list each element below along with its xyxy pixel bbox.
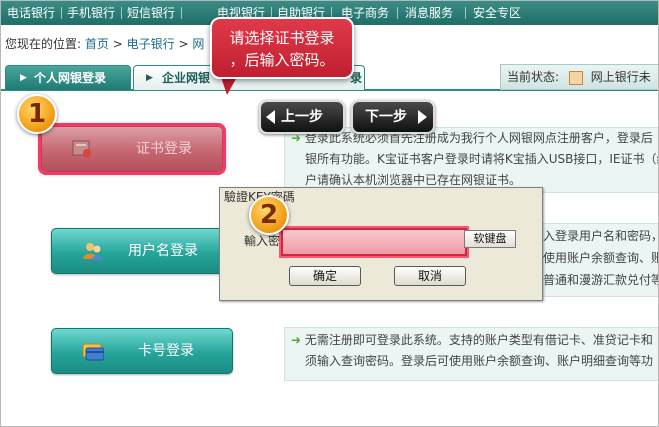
callout-tail: [221, 77, 237, 95]
cert-info-panel: ➜ 登录此系统必须首先注册成为我行个人网银网点注册客户，登录后 银所有功能。K宝…: [284, 127, 659, 193]
user-info-line3: 普通和漫游汇款兑付等: [543, 273, 659, 287]
breadcrumb-separator: >: [112, 37, 123, 51]
previous-step-button[interactable]: 上一步: [259, 100, 345, 134]
users-icon: [83, 243, 103, 260]
tab-arrow-icon: ▶: [20, 73, 27, 83]
next-step-label: 下一步: [365, 109, 407, 125]
breadcrumb-home-link[interactable]: 首页: [85, 37, 109, 51]
card-info-panel: ➜ 无需注册即可登录此系统。支持的账户类型有借记卡、准贷记卡和 须输入查询密码。…: [284, 327, 658, 381]
nav-mobile-banking[interactable]: 手机银行: [67, 1, 115, 25]
password-input[interactable]: [281, 228, 467, 256]
bank-card-icon: [82, 343, 104, 361]
next-step-button[interactable]: 下一步: [351, 100, 435, 134]
nav-message-service[interactable]: 消息服务: [405, 1, 453, 25]
callout-bubble: 请选择证书登录 ，后输入密码。: [210, 17, 354, 79]
callout-line1: 请选择证书登录: [229, 29, 335, 47]
right-triangle-icon: [418, 110, 427, 124]
user-info-line2: 使用账户余额查询、账户: [543, 251, 658, 265]
breadcrumb-prefix: 您现在的位置:: [5, 37, 82, 51]
status-value: 网上银行未: [590, 70, 651, 84]
breadcrumb-separator: >: [178, 37, 189, 51]
soft-keyboard-button[interactable]: 软键盘: [464, 230, 516, 248]
breadcrumb: 您现在的位置: 首页 > 电子银行 > 网: [5, 35, 204, 52]
step-marker-2: 2: [249, 195, 289, 235]
breadcrumb-current: 网: [192, 37, 205, 51]
status-box: 当前状态: 网上银行未: [500, 64, 658, 90]
callout-line2: ，后输入密码。: [229, 51, 335, 69]
left-triangle-icon: [266, 110, 275, 124]
card-info-line1: 无需注册即可登录此系统。支持的账户类型有借记卡、准贷记卡和: [304, 333, 653, 347]
username-login-button[interactable]: 用户名登录: [51, 228, 233, 274]
card-login-button[interactable]: 卡号登录: [51, 328, 233, 374]
step-marker-1: 1: [17, 94, 57, 134]
user-info-line1: 入登录用户名和密码，: [543, 229, 659, 243]
tab-enterprise-label: 企业网银: [162, 71, 211, 85]
tab-arrow-icon: ▶: [146, 73, 153, 83]
breadcrumb-ebank-link[interactable]: 电子银行: [127, 37, 175, 51]
cert-login-label: 证书登录: [136, 141, 192, 157]
cert-login-button[interactable]: 证书登录: [41, 126, 223, 172]
tab-personal-login[interactable]: ▶ 个人网银登录: [5, 65, 131, 90]
card-login-label: 卡号登录: [138, 343, 194, 359]
bullet-arrow-icon: ➜: [291, 333, 302, 347]
cancel-button[interactable]: 取消: [394, 266, 466, 286]
ok-button[interactable]: 确定: [289, 266, 361, 286]
cert-info-line2: 银所有功能。K宝证书客户登录时请将K宝插入USB接口，IE证书（纠: [305, 152, 659, 166]
browser-frame: 电话银行 手机银行 短信银行 电视银行 自助银行 电子商务 消息服务 安全专区 …: [0, 0, 659, 427]
nav-phone-banking[interactable]: 电话银行: [7, 1, 55, 25]
tab-personal-label: 个人网银登录: [34, 71, 107, 85]
page-icon: [568, 70, 583, 85]
certificate-icon: [72, 140, 91, 159]
nav-security-zone[interactable]: 安全专区: [473, 1, 521, 25]
status-label: 当前状态:: [507, 70, 560, 84]
username-login-label: 用户名登录: [128, 243, 198, 259]
previous-step-label: 上一步: [281, 109, 323, 125]
card-info-line2: 须输入查询密码。登录后可使用账户余额查询、账户明细查询等功: [305, 354, 654, 368]
nav-sms-banking[interactable]: 短信银行: [127, 1, 175, 25]
